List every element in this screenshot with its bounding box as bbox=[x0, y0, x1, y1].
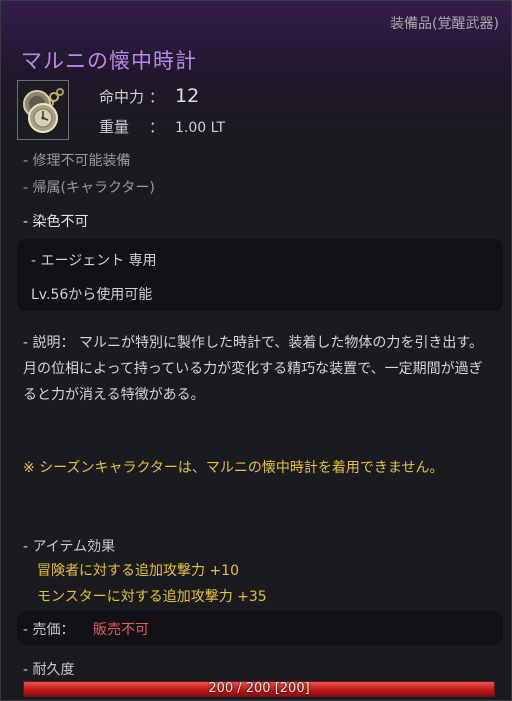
stat-value: 1.00 LT bbox=[175, 120, 226, 136]
stat-colon: ： bbox=[149, 118, 165, 136]
stat-weight: 重量 ： 1.00 LT bbox=[99, 116, 225, 137]
price-panel bbox=[17, 611, 503, 645]
property-unrepairable: - 修理不可能装備 bbox=[23, 153, 131, 169]
season-note: ※ シーズンキャラクターは、マルニの懐中時計を着用できません。 bbox=[23, 460, 444, 476]
durability-label: - 耐久度 bbox=[23, 662, 75, 678]
price-label: - 売価： bbox=[23, 622, 75, 638]
property-no-dye: - 染色不可 bbox=[23, 214, 89, 230]
class-restriction: - エージェント 専用 bbox=[31, 253, 157, 269]
stat-accuracy: 命中力： 12 bbox=[99, 85, 199, 107]
property-bound: - 帰属(キャラクター) bbox=[23, 180, 155, 196]
effects-header: - アイテム効果 bbox=[23, 539, 116, 555]
price-value: 販売不可 bbox=[93, 622, 149, 638]
item-tooltip: 装備品(覚醒武器) マルニの懐中時計 命中力： 12 重量 ： 1.00 LT - 修… bbox=[0, 0, 512, 701]
durability-text: 200 / 200 [200] bbox=[208, 681, 310, 696]
item-category: 装備品(覚醒武器) bbox=[390, 16, 499, 32]
level-requirement: Lv.56から使用可能 bbox=[31, 287, 153, 303]
stat-colon: ： bbox=[149, 88, 165, 106]
stat-label: 命中力 bbox=[99, 88, 145, 106]
effect-item: 冒険者に対する追加攻撃力 +10 bbox=[37, 563, 239, 579]
stat-label: 重量 bbox=[99, 118, 130, 136]
item-description: - 説明： マルニが特別に製作した時計で、装着した物体の力を引き出す。月の位相に… bbox=[23, 335, 483, 403]
item-title: マルニの懐中時計 bbox=[21, 49, 197, 73]
restriction-panel: - エージェント 専用 Lv.56から使用可能 bbox=[17, 239, 503, 311]
pocket-watch-icon bbox=[17, 80, 69, 140]
effect-item: モンスターに対する追加攻撃力 +35 bbox=[37, 589, 267, 605]
stat-value: 12 bbox=[175, 85, 200, 107]
